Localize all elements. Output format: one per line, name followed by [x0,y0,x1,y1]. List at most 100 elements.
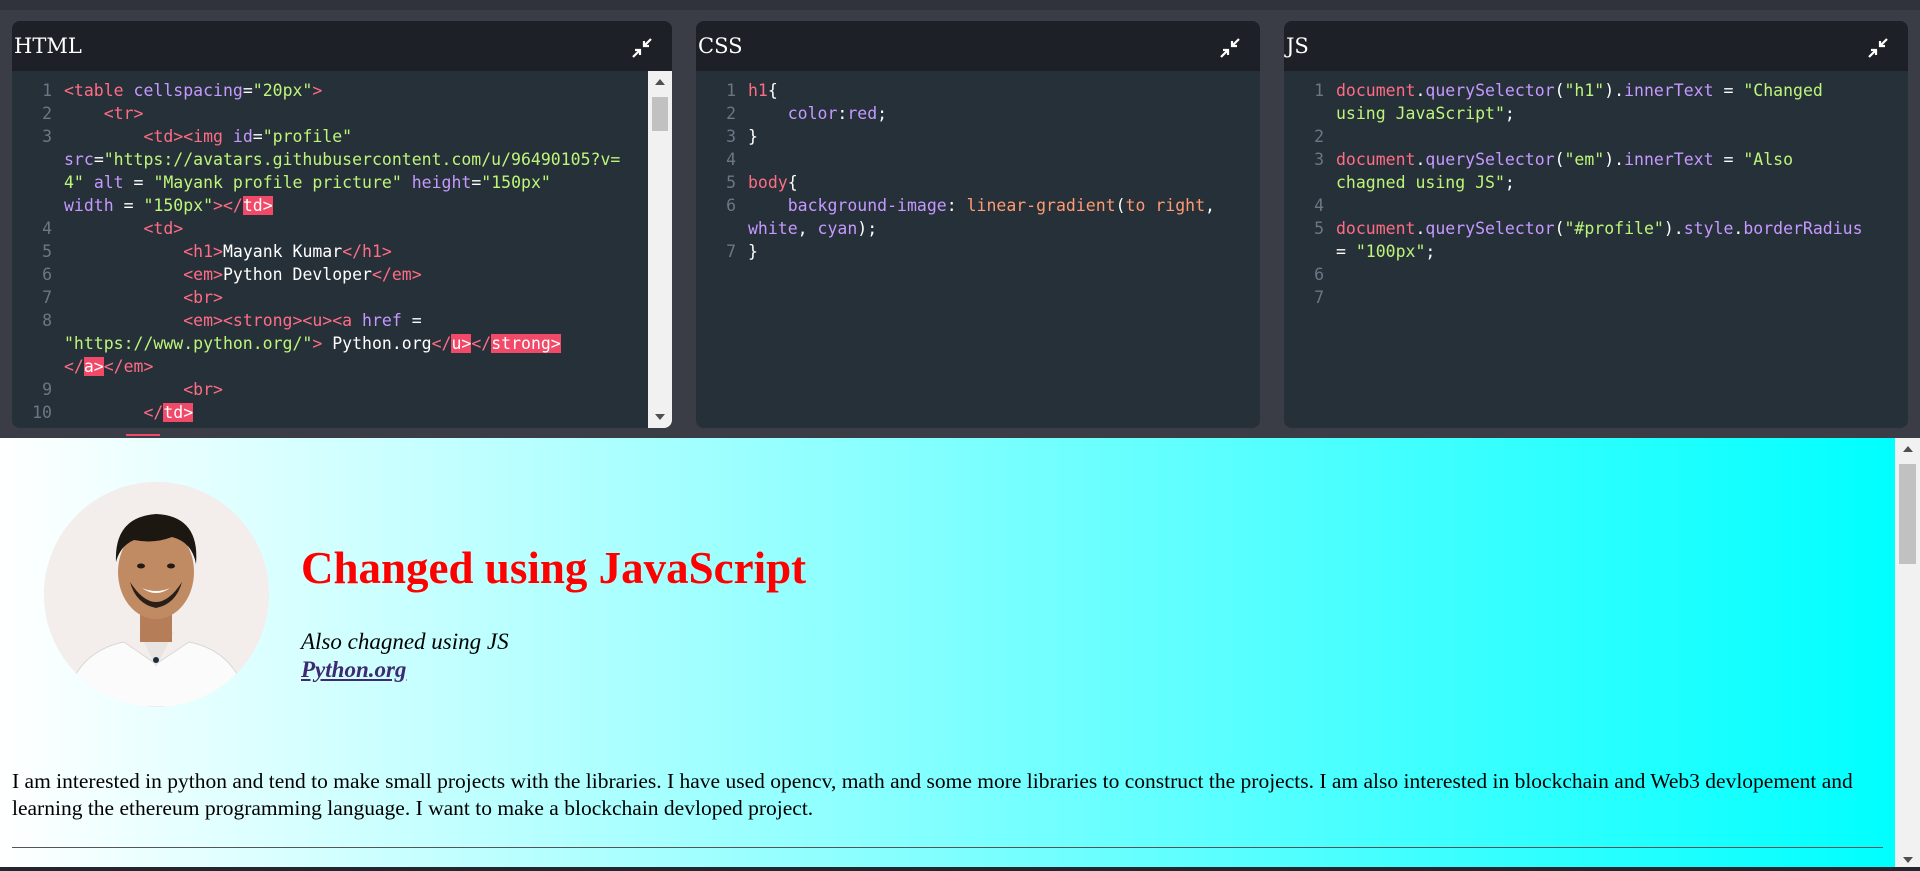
code-token: </ [143,403,164,422]
js-code-editor[interactable]: 1 document.querySelector("h1").innerText … [1284,71,1908,428]
code-token: href [362,311,402,330]
top-strip [0,0,1920,10]
code-token: <em><strong><u><a [183,311,363,330]
code-token: , [1205,196,1215,215]
code-line[interactable]: 8 <em><strong><u><a href = "https://www.… [12,309,648,378]
line-number: 3 [42,127,52,146]
code-token: Python.org [322,334,432,353]
code-line[interactable]: 6 [1284,263,1908,286]
line-number: 1 [42,81,52,100]
line-number: 7 [42,288,52,307]
code-token: ></ [213,196,243,215]
collapse-icon[interactable] [631,37,653,59]
code-token: </h1> [342,242,392,261]
line-text: <em>Python Devloper</em> [64,263,648,286]
code-token: document [1336,219,1416,238]
code-token: "https://www.python.org/" [64,334,313,353]
html-code-editor[interactable]: 1 <table cellspacing="20px"> 2 <tr> 3 <td><… [12,71,648,428]
code-line[interactable]: 7} [696,240,1260,263]
code-line[interactable]: 4 [696,148,1260,171]
code-line[interactable]: 2 color:red; [696,102,1260,125]
code-token: "100px" [1355,242,1426,261]
code-line[interactable]: 5 document.querySelector("#profile").styl… [1284,217,1908,263]
preview-scrollbar[interactable] [1895,438,1920,871]
js-panel-title: JS [1286,34,1309,58]
html-editor-scrollbar[interactable] [648,71,672,428]
scroll-up-arrow-icon[interactable] [655,79,665,85]
code-token: "Mayank profile pricture" [153,173,402,192]
code-line[interactable]: 7 <br> [12,286,648,309]
code-token: cyan [817,219,858,238]
code-line[interactable]: 1 <table cellspacing="20px"> [12,79,648,102]
line-number: 3 [726,127,736,146]
code-token: querySelector [1425,219,1555,238]
line-number: 10 [32,403,52,422]
code-line[interactable]: 3} [696,125,1260,148]
profile-photo [44,482,269,707]
line-text: body{ [748,171,1260,194]
code-line[interactable]: 6 <em>Python Devloper</em> [12,263,648,286]
code-token: Mayank Kumar [222,242,343,261]
scrollbar-thumb[interactable] [652,97,668,131]
line-number: 2 [42,104,52,123]
code-line[interactable]: 2 <tr> [12,102,648,125]
code-line[interactable]: 3 document.querySelector("em").innerText … [1284,148,1908,194]
code-line[interactable]: 6 background-image: linear-gradient(to r… [696,194,1260,240]
code-line[interactable]: 10 </td> [12,401,648,424]
code-line[interactable]: 4 <td> [12,217,648,240]
line-text: h1{ [748,79,1260,102]
code-token: ( [1554,219,1565,238]
html-panel-header: HTML [12,21,672,71]
preview-heading: Changed using JavaScript [301,543,807,593]
code-token: ( [1115,196,1126,215]
css-panel-header: CSS [696,21,1260,71]
code-token: <h1> [183,242,223,261]
code-token: : [837,104,848,123]
code-token: red [847,104,878,123]
code-line[interactable]: 9 <br> [12,378,648,401]
code-token: to right [1125,196,1206,215]
code-token: , [797,219,818,238]
code-token: } [748,242,758,261]
code-token: = [242,81,253,100]
line-text: } [748,240,1260,263]
line-number: 2 [1314,127,1324,146]
code-token: "20px" [252,81,313,100]
code-token: = [1713,81,1744,100]
code-token: id [232,127,253,146]
line-number: 7 [726,242,736,261]
code-token: ). [1604,150,1625,169]
code-line[interactable]: 4 [1284,194,1908,217]
code-token: <br> [183,380,223,399]
scroll-down-arrow-icon[interactable] [655,414,665,420]
code-token: querySelector [1425,81,1555,100]
python-org-link[interactable]: Python.org [301,657,406,683]
line-number: 4 [726,150,736,169]
code-line[interactable]: 1 h1{ [696,79,1260,102]
code-token: = [1713,150,1744,169]
code-line[interactable]: 5 <h1>Mayank Kumar</h1> [12,240,648,263]
code-token: background-image [787,196,947,215]
line-text: <br> [64,286,648,309]
code-line[interactable]: 5 body{ [696,171,1260,194]
code-line[interactable]: 7 [1284,286,1908,309]
code-line[interactable]: 2 [1284,125,1908,148]
code-line[interactable]: 3 <td><img id="profile" src="https://ava… [12,125,648,217]
collapse-icon[interactable] [1219,37,1241,59]
code-token: document [1336,150,1416,169]
scroll-down-arrow-icon[interactable] [1903,857,1913,863]
collapse-icon[interactable] [1867,37,1889,59]
scroll-up-arrow-icon[interactable] [1903,446,1913,452]
code-token: "150px" [481,173,551,192]
scrollbar-thumb[interactable] [1899,464,1916,564]
line-number: 1 [1314,81,1324,100]
line-text [748,148,1260,171]
code-line[interactable]: 1 document.querySelector("h1").innerText … [1284,79,1908,125]
css-code-editor[interactable]: 1 h1{2 color:red; 3} 4 5 body{6 background-im… [696,71,1260,428]
line-text: document.querySelector("em").innerText =… [1336,148,1908,194]
